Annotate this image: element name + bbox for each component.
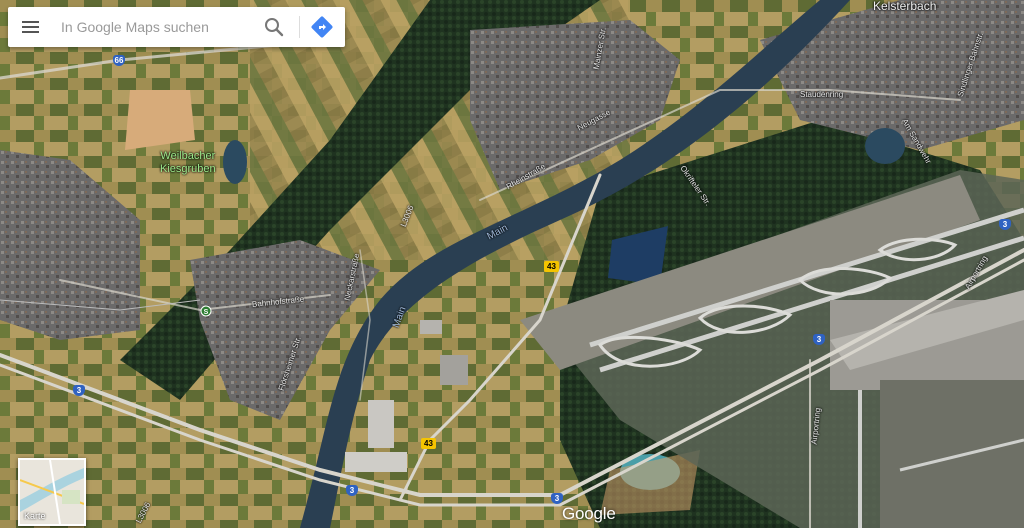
poi-label-line1: Weilbacher	[160, 150, 216, 162]
poi-label-line2: Kiesgruben	[160, 163, 216, 175]
route-shield-b43: 43	[544, 261, 559, 272]
route-shield-b43-2: 43	[421, 438, 436, 449]
svg-text:S: S	[204, 309, 209, 316]
map-layer-label: Karte	[24, 511, 46, 521]
menu-icon-bar	[22, 26, 39, 28]
town-label-kelsterbach: Kelsterbach	[873, 0, 937, 13]
search-divider	[299, 16, 300, 38]
satellite-map[interactable]: S	[0, 0, 1024, 528]
search-box	[8, 7, 345, 47]
directions-icon	[311, 16, 333, 38]
google-logo: Google	[562, 504, 616, 523]
search-icon	[265, 18, 284, 37]
rail-station-icon: S	[200, 305, 212, 317]
map-layer-toggle[interactable]: Karte	[18, 458, 86, 526]
search-input[interactable]	[61, 13, 251, 41]
directions-button[interactable]	[310, 15, 334, 39]
menu-icon-bar	[22, 31, 39, 33]
menu-icon-bar	[22, 21, 39, 23]
menu-button[interactable]	[20, 18, 42, 36]
street-label-staudenring: Staudenring	[800, 90, 844, 99]
poi-label-weilbacher-kiesgruben: Weilbacher Kiesgruben	[160, 150, 216, 176]
search-button[interactable]	[263, 16, 285, 38]
